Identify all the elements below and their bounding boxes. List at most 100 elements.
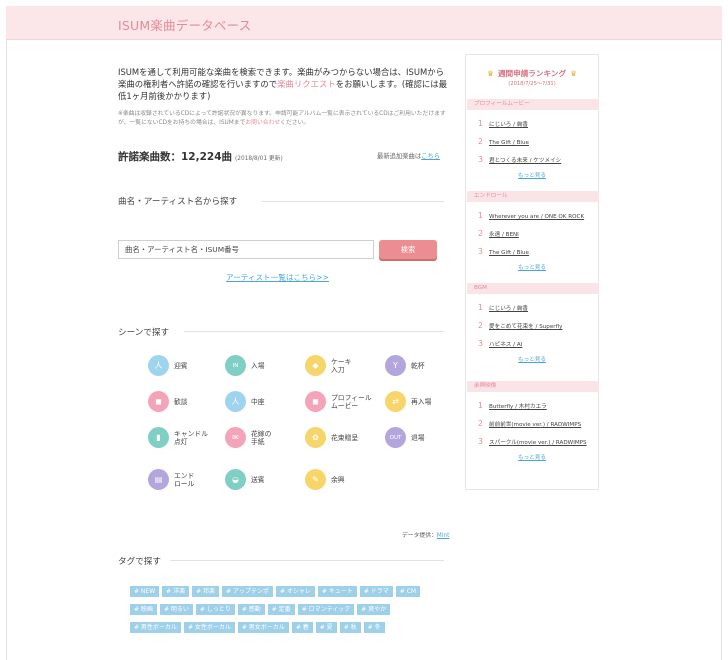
tag-button[interactable]: # 映画 [130,604,157,615]
ranking-item[interactable]: 1 Butterfly / 木村カエラ [478,401,547,410]
scene-item[interactable]: ◼ 歓談 [148,391,188,412]
scene-label: 送賓 [251,475,265,484]
ranking-item[interactable]: 1 にじいろ / 絢香 [478,303,528,312]
ranking-song-link[interactable]: にじいろ / 絢香 [489,120,528,128]
latest-songs-link[interactable]: こちら [421,153,440,160]
ranking-period: (2018/7/25〜7/31) [508,81,556,87]
artist-list-link[interactable]: アーティスト一覧はこちら>> [226,272,329,283]
contact-link[interactable]: お問い合わせ [245,120,280,126]
tag-button[interactable]: # 男女ボーカル [237,622,289,633]
rank-number: 2 [478,137,483,146]
ranking-item[interactable]: 3 The Gift / Blue [478,247,529,256]
song-request-link[interactable]: 楽曲リクエスト [277,79,336,89]
scene-item[interactable]: Y 乾杯 [385,355,425,376]
tag-button[interactable]: # 女性ボーカル [183,622,235,633]
ranking-song-link[interactable]: 前前前世(movie ver.) / RADWIMPS [489,420,581,428]
more-link[interactable]: もっと見る [466,171,598,179]
search-input[interactable] [119,241,373,258]
tag-button[interactable]: # ドラマ [359,586,393,597]
ranking-item[interactable]: 1 Wherever you are / ONE OK ROCK [478,211,584,220]
tag-button[interactable]: # 秋 [339,622,361,633]
ranking-song-link[interactable]: スパークル(movie ver.) / RADWIMPS [489,438,587,446]
rank-number: 1 [478,211,483,220]
ranking-song-link[interactable]: 永遠 / BENI [489,230,519,238]
site-title[interactable]: ISUM楽曲データベース [118,15,251,34]
ranking-song-link[interactable]: The Gift / Blue [489,140,529,146]
more-link[interactable]: もっと見る [466,263,598,271]
song-count-label: 許諾楽曲数：12,224曲 [118,151,233,163]
scene-icon: ▮ [148,427,169,448]
latest-songs-label: 最新追加楽曲は [377,153,422,160]
tag-button[interactable]: # 夏 [315,622,337,633]
tag-button[interactable]: # CM [395,586,421,597]
search-box[interactable] [118,240,374,259]
scene-item[interactable]: 人迎賓 [148,355,188,376]
ranking-song-link[interactable]: にじいろ / 絢香 [489,304,528,312]
tag-button[interactable]: # キュート [317,586,357,597]
scene-item[interactable]: 人中座 [225,391,265,412]
scene-item[interactable]: ◼ プロフィール ムービー [305,391,372,412]
section-divider [170,560,444,561]
more-link[interactable]: もっと見る [466,453,598,461]
mint-link[interactable]: Mint [437,533,450,539]
tag-button[interactable]: # 春 [291,622,313,633]
scene-item[interactable]: IN 入場 [225,355,265,376]
scene-label: 中座 [251,397,265,406]
tag-button[interactable]: # 定番 [267,604,295,615]
ranking-item[interactable]: 2 永遠 / BENI [478,229,519,238]
intro-text: ISUMを通して利用可能な楽曲を検索できます。楽曲がみつからない場合は、ISUM… [118,66,448,102]
scene-label: 乾杯 [411,361,425,370]
tag-button[interactable]: # ロマンティック [297,604,355,615]
scene-item[interactable]: ◒ 送賓 [225,469,265,490]
rank-number: 3 [478,339,483,348]
tag-button[interactable]: # 明るい [159,604,193,615]
tag-button[interactable]: # アップテンポ [222,586,273,597]
scene-item[interactable]: ◆ ケーキ 入刀 [305,355,351,376]
ranking-song-link[interactable]: Butterfly / 木村カエラ [489,402,547,410]
tag-button[interactable]: # 冬 [363,622,385,633]
more-link[interactable]: もっと見る [466,355,598,363]
scene-icon: Y [385,355,406,376]
ranking-item[interactable]: 3 ハピネス / AI [478,339,522,348]
ranking-song-link[interactable]: 愛をこめて花束を / Superfly [489,322,562,330]
scene-item[interactable]: ✉ 花嫁の 手紙 [225,427,271,448]
tag-button[interactable]: # 男性ボーカル [130,622,181,633]
note-text-part: ください。 [280,119,310,126]
tag-button[interactable]: # 爽やか [357,604,391,615]
ranking-item[interactable]: 3 スパークル(movie ver.) / RADWIMPS [478,437,587,446]
scene-item[interactable]: ✿ 花束贈呈 [305,427,358,448]
tag-button[interactable]: # NEW [130,586,160,597]
scene-label: ケーキ 入刀 [331,357,352,374]
credit-label: データ提供： [402,533,437,539]
ranking-song-link[interactable]: ハピネス / AI [489,340,522,348]
scene-item[interactable]: ▮ キャンドル 点灯 [148,427,208,448]
scene-item[interactable]: ⇄ 再入場 [385,391,431,412]
scene-item[interactable]: ✎ 余興 [305,469,345,490]
tag-button[interactable]: # 洋楽 [162,586,190,597]
ranking-song-link[interactable]: 君とつくる未来 / ケツメイシ [489,156,561,164]
search-button[interactable]: 検索 [379,240,437,259]
tag-button[interactable]: # オシャレ [275,586,315,597]
ranking-song-link[interactable]: The Gift / Blue [489,250,529,256]
rank-number: 1 [478,119,483,128]
tag-button[interactable]: # 感動 [237,604,265,615]
tag-button[interactable]: # 邦楽 [192,586,220,597]
ranking-song-link[interactable]: Wherever you are / ONE OK ROCK [489,214,584,220]
rank-number: 2 [478,321,483,330]
scene-item[interactable]: OUT 退場 [385,427,425,448]
scene-item[interactable]: ▤ エンド ロール [148,469,194,490]
rank-number: 3 [478,247,483,256]
ranking-item[interactable]: 2 The Gift / Blue [478,137,529,146]
ranking-item[interactable]: 1 にじいろ / 絢香 [478,119,528,128]
scene-label: プロフィール ムービー [331,393,372,410]
ranking-item[interactable]: 3 君とつくる未来 / ケツメイシ [478,155,561,164]
ranking-item[interactable]: 2 前前前世(movie ver.) / RADWIMPS [478,419,581,428]
ranking-title-text: 週間申請ランキング [497,69,567,78]
scene-icon: 人 [148,355,169,376]
scene-label: エンド ロール [174,471,195,488]
tag-button[interactable]: # しっとり [195,604,235,615]
rank-number: 2 [478,419,483,428]
ranking-item[interactable]: 2 愛をこめて花束を / Superfly [478,321,562,330]
scene-icon: IN [225,355,246,376]
ranking-category: プロフィールムービー [467,99,599,110]
